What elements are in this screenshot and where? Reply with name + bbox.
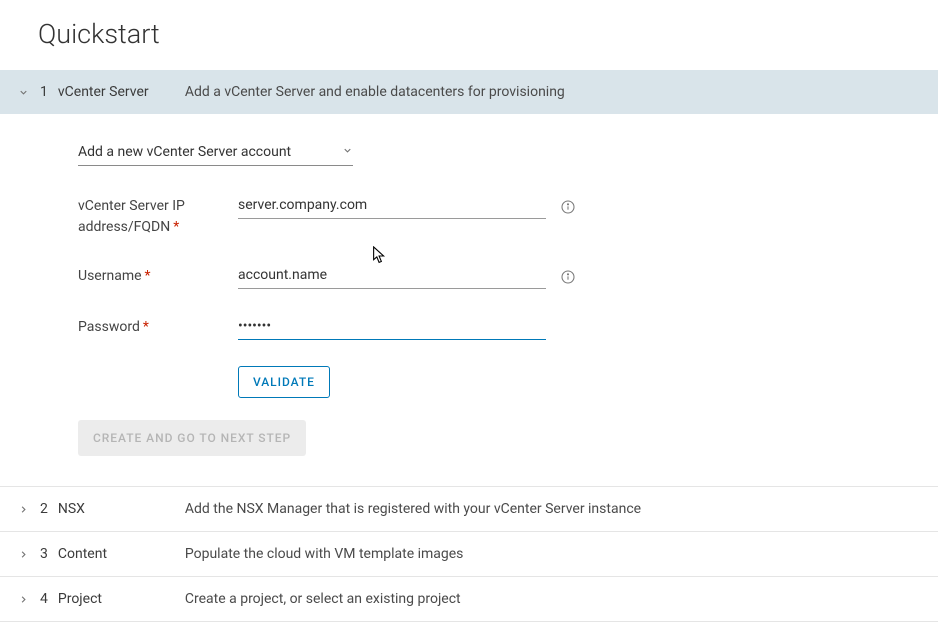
step-title: Content (58, 546, 185, 562)
dropdown-selected-text: Add a new vCenter Server account (78, 144, 291, 160)
page-title: Quickstart (0, 0, 938, 70)
info-icon[interactable] (560, 199, 576, 215)
step-header-vcenter[interactable]: 1 vCenter Server Add a vCenter Server an… (0, 70, 938, 114)
step-subtitle: Add the NSX Manager that is registered w… (185, 501, 641, 517)
server-input[interactable] (238, 194, 546, 219)
step-header-content[interactable]: 3 Content Populate the cloud with VM tem… (0, 532, 938, 577)
step-title: vCenter Server (58, 84, 185, 100)
info-icon[interactable] (560, 269, 576, 285)
chevron-right-icon (16, 592, 30, 606)
step-number: 3 (40, 546, 48, 562)
step-title: Project (58, 591, 185, 607)
server-label: vCenter Server IP address/FQDN* (78, 194, 238, 238)
chevron-down-icon (16, 85, 30, 99)
server-label-text: vCenter Server IP address/FQDN (78, 198, 185, 235)
password-input[interactable] (238, 315, 546, 340)
step-number: 4 (40, 591, 48, 607)
username-input[interactable] (238, 264, 546, 289)
chevron-down-icon (342, 144, 353, 160)
chevron-right-icon (16, 547, 30, 561)
required-asterisk: * (143, 319, 149, 335)
step-number: 1 (40, 84, 48, 100)
validate-button[interactable]: Validate (238, 366, 330, 398)
step-subtitle: Create a project, or select an existing … (185, 591, 461, 607)
required-asterisk: * (173, 219, 179, 235)
step-body-vcenter: Add a new vCenter Server account vCenter… (0, 114, 938, 487)
username-label: Username* (78, 264, 238, 287)
step-subtitle: Populate the cloud with VM template imag… (185, 546, 464, 562)
password-label: Password* (78, 315, 238, 338)
step-title: NSX (58, 501, 185, 517)
username-label-text: Username (78, 268, 142, 284)
step-number: 2 (40, 501, 48, 517)
account-dropdown[interactable]: Add a new vCenter Server account (78, 144, 353, 166)
required-asterisk: * (145, 268, 151, 284)
password-label-text: Password (78, 319, 140, 335)
step-header-nsx[interactable]: 2 NSX Add the NSX Manager that is regist… (0, 487, 938, 532)
create-next-button: Create and Go to Next Step (78, 420, 306, 456)
step-header-project[interactable]: 4 Project Create a project, or select an… (0, 577, 938, 622)
chevron-right-icon (16, 502, 30, 516)
step-subtitle: Add a vCenter Server and enable datacent… (185, 84, 565, 100)
